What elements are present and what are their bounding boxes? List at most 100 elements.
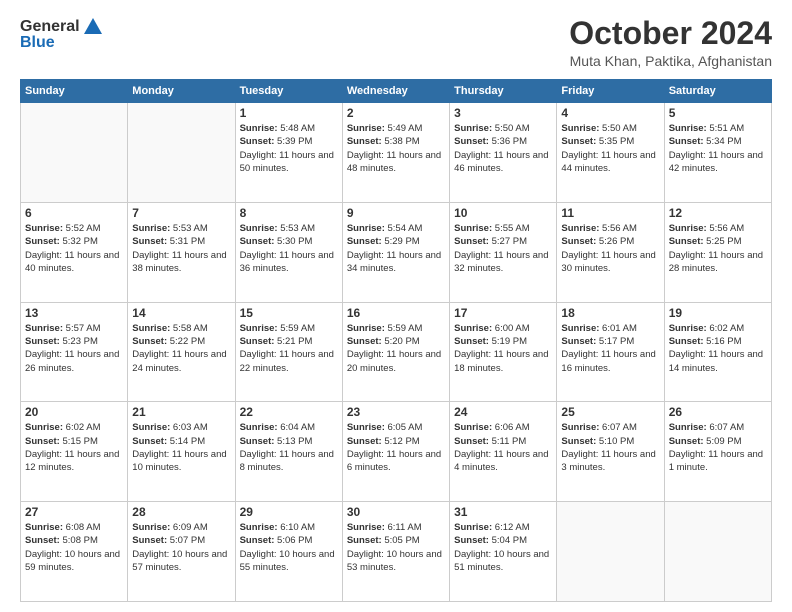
weekday-header-friday: Friday: [557, 80, 664, 103]
calendar-cell: 2Sunrise: 5:49 AMSunset: 5:38 PMDaylight…: [342, 103, 449, 203]
day-info: Sunrise: 6:07 AMSunset: 5:09 PMDaylight:…: [669, 421, 767, 474]
calendar-cell: [128, 103, 235, 203]
day-info: Sunrise: 5:56 AMSunset: 5:26 PMDaylight:…: [561, 222, 659, 275]
day-info: Sunrise: 6:03 AMSunset: 5:14 PMDaylight:…: [132, 421, 230, 474]
logo-area: General Blue: [20, 16, 104, 52]
day-info: Sunrise: 5:51 AMSunset: 5:34 PMDaylight:…: [669, 122, 767, 175]
day-number: 26: [669, 405, 767, 419]
calendar-cell: 16 Sunrise: 5:59 AMSunset: 5:20 PMDayligh…: [342, 302, 449, 402]
calendar-cell: 8 Sunrise: 5:53 AMSunset: 5:30 PMDaylight…: [235, 202, 342, 302]
logo-icon: [82, 16, 104, 38]
day-info: Sunrise: 6:09 AMSunset: 5:07 PMDaylight:…: [132, 521, 230, 574]
week-row-2: 6 Sunrise: 5:52 AMSunset: 5:32 PMDaylight…: [21, 202, 772, 302]
calendar-body: 1Sunrise: 5:48 AMSunset: 5:39 PMDaylight…: [21, 103, 772, 602]
day-info: Sunrise: 6:08 AMSunset: 5:08 PMDaylight:…: [25, 521, 123, 574]
day-number: 12: [669, 206, 767, 220]
day-number: 21: [132, 405, 230, 419]
day-info: Sunrise: 5:58 AMSunset: 5:22 PMDaylight:…: [132, 322, 230, 375]
week-row-3: 13 Sunrise: 5:57 AMSunset: 5:23 PMDayligh…: [21, 302, 772, 402]
day-info: Sunrise: 5:52 AMSunset: 5:32 PMDaylight:…: [25, 222, 123, 275]
calendar-cell: 7 Sunrise: 5:53 AMSunset: 5:31 PMDaylight…: [128, 202, 235, 302]
calendar-cell: 27 Sunrise: 6:08 AMSunset: 5:08 PMDayligh…: [21, 502, 128, 602]
day-info: Sunrise: 5:54 AMSunset: 5:29 PMDaylight:…: [347, 222, 445, 275]
day-info: Sunrise: 5:55 AMSunset: 5:27 PMDaylight:…: [454, 222, 552, 275]
calendar-cell: 4 Sunrise: 5:50 AMSunset: 5:35 PMDaylight…: [557, 103, 664, 203]
day-number: 4: [561, 106, 659, 120]
calendar-cell: 21 Sunrise: 6:03 AMSunset: 5:14 PMDayligh…: [128, 402, 235, 502]
calendar-cell: 18Sunrise: 6:01 AMSunset: 5:17 PMDayligh…: [557, 302, 664, 402]
calendar-cell: 3 Sunrise: 5:50 AMSunset: 5:36 PMDaylight…: [450, 103, 557, 203]
calendar-cell: 13 Sunrise: 5:57 AMSunset: 5:23 PMDayligh…: [21, 302, 128, 402]
day-info: Sunrise: 5:53 AMSunset: 5:31 PMDaylight:…: [132, 222, 230, 275]
day-number: 23: [347, 405, 445, 419]
day-number: 24: [454, 405, 552, 419]
day-info: Sunrise: 6:11 AMSunset: 5:05 PMDaylight:…: [347, 521, 445, 574]
weekday-header-tuesday: Tuesday: [235, 80, 342, 103]
calendar-cell: 24 Sunrise: 6:06 AMSunset: 5:11 PMDayligh…: [450, 402, 557, 502]
day-number: 8: [240, 206, 338, 220]
weekday-header-sunday: Sunday: [21, 80, 128, 103]
day-number: 30: [347, 505, 445, 519]
day-number: 17: [454, 306, 552, 320]
calendar-cell: 12 Sunrise: 5:56 AMSunset: 5:25 PMDayligh…: [664, 202, 771, 302]
day-number: 3: [454, 106, 552, 120]
day-info: Sunrise: 5:56 AMSunset: 5:25 PMDaylight:…: [669, 222, 767, 275]
calendar-cell: [664, 502, 771, 602]
day-info: Sunrise: 6:02 AMSunset: 5:15 PMDaylight:…: [25, 421, 123, 474]
day-info: Sunrise: 6:12 AMSunset: 5:04 PMDaylight:…: [454, 521, 552, 574]
day-number: 19: [669, 306, 767, 320]
calendar-cell: 25Sunrise: 6:07 AMSunset: 5:10 PMDayligh…: [557, 402, 664, 502]
calendar-cell: 17 Sunrise: 6:00 AMSunset: 5:19 PMDayligh…: [450, 302, 557, 402]
day-info: Sunrise: 5:53 AMSunset: 5:30 PMDaylight:…: [240, 222, 338, 275]
day-number: 27: [25, 505, 123, 519]
day-number: 31: [454, 505, 552, 519]
calendar-cell: 26 Sunrise: 6:07 AMSunset: 5:09 PMDayligh…: [664, 402, 771, 502]
month-title: October 2024: [569, 16, 772, 51]
calendar-cell: [557, 502, 664, 602]
calendar-cell: 19Sunrise: 6:02 AMSunset: 5:16 PMDayligh…: [664, 302, 771, 402]
title-area: October 2024 Muta Khan, Paktika, Afghani…: [569, 16, 772, 69]
day-number: 11: [561, 206, 659, 220]
calendar-cell: 15Sunrise: 5:59 AMSunset: 5:21 PMDayligh…: [235, 302, 342, 402]
calendar-cell: 9 Sunrise: 5:54 AMSunset: 5:29 PMDaylight…: [342, 202, 449, 302]
day-number: 25: [561, 405, 659, 419]
calendar-cell: 30 Sunrise: 6:11 AMSunset: 5:05 PMDayligh…: [342, 502, 449, 602]
calendar-cell: 11 Sunrise: 5:56 AMSunset: 5:26 PMDayligh…: [557, 202, 664, 302]
logo-blue-text: Blue: [20, 34, 55, 51]
day-number: 5: [669, 106, 767, 120]
day-info: Sunrise: 6:05 AMSunset: 5:12 PMDaylight:…: [347, 421, 445, 474]
day-number: 6: [25, 206, 123, 220]
day-info: Sunrise: 6:00 AMSunset: 5:19 PMDaylight:…: [454, 322, 552, 375]
calendar-cell: 5 Sunrise: 5:51 AMSunset: 5:34 PMDaylight…: [664, 103, 771, 203]
weekday-header-saturday: Saturday: [664, 80, 771, 103]
weekday-header-thursday: Thursday: [450, 80, 557, 103]
day-info: Sunrise: 5:59 AMSunset: 5:20 PMDaylight:…: [347, 322, 445, 375]
calendar-table: SundayMondayTuesdayWednesdayThursdayFrid…: [20, 79, 772, 602]
day-number: 13: [25, 306, 123, 320]
day-number: 9: [347, 206, 445, 220]
day-info: Sunrise: 6:06 AMSunset: 5:11 PMDaylight:…: [454, 421, 552, 474]
location-title: Muta Khan, Paktika, Afghanistan: [569, 53, 772, 69]
day-number: 20: [25, 405, 123, 419]
calendar-cell: 23 Sunrise: 6:05 AMSunset: 5:12 PMDayligh…: [342, 402, 449, 502]
day-number: 7: [132, 206, 230, 220]
day-number: 29: [240, 505, 338, 519]
header: General Blue October 2024 Muta Khan, Pak…: [20, 16, 772, 69]
calendar-cell: 20 Sunrise: 6:02 AMSunset: 5:15 PMDayligh…: [21, 402, 128, 502]
weekday-header-monday: Monday: [128, 80, 235, 103]
calendar-cell: 22Sunrise: 6:04 AMSunset: 5:13 PMDayligh…: [235, 402, 342, 502]
week-row-4: 20 Sunrise: 6:02 AMSunset: 5:15 PMDayligh…: [21, 402, 772, 502]
weekday-header-row: SundayMondayTuesdayWednesdayThursdayFrid…: [21, 80, 772, 103]
day-info: Sunrise: 5:50 AMSunset: 5:35 PMDaylight:…: [561, 122, 659, 175]
weekday-header-wednesday: Wednesday: [342, 80, 449, 103]
calendar-cell: [21, 103, 128, 203]
day-number: 10: [454, 206, 552, 220]
day-number: 16: [347, 306, 445, 320]
day-info: Sunrise: 5:50 AMSunset: 5:36 PMDaylight:…: [454, 122, 552, 175]
day-number: 14: [132, 306, 230, 320]
day-info: Sunrise: 5:57 AMSunset: 5:23 PMDaylight:…: [25, 322, 123, 375]
week-row-1: 1Sunrise: 5:48 AMSunset: 5:39 PMDaylight…: [21, 103, 772, 203]
calendar-cell: 28Sunrise: 6:09 AMSunset: 5:07 PMDayligh…: [128, 502, 235, 602]
calendar-cell: 14 Sunrise: 5:58 AMSunset: 5:22 PMDayligh…: [128, 302, 235, 402]
day-number: 22: [240, 405, 338, 419]
